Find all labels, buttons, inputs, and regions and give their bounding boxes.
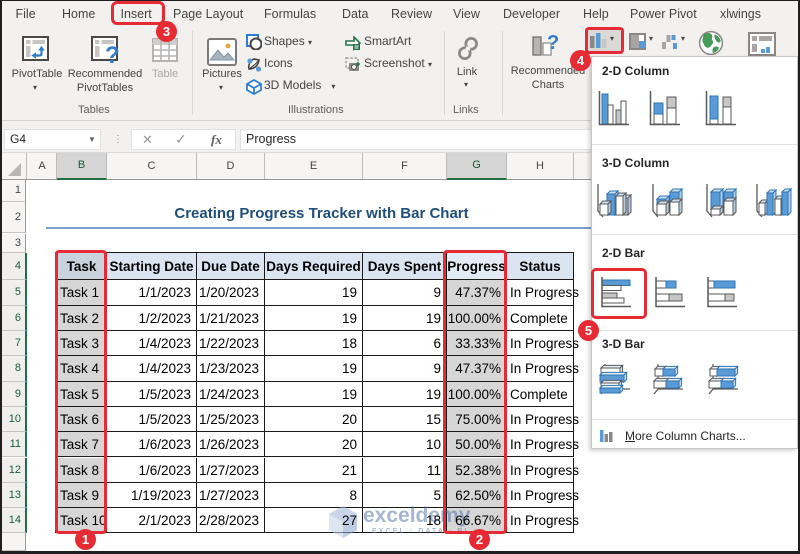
svg-text:?: ? [547, 35, 559, 54]
svg-text:?: ? [105, 42, 119, 65]
